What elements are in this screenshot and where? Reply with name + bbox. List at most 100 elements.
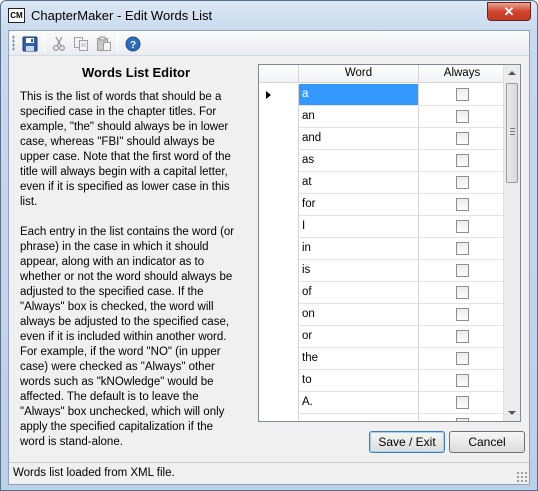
- word-cell[interactable]: as: [299, 150, 419, 171]
- row-header[interactable]: [259, 128, 299, 150]
- grid-header: Word Always: [259, 65, 505, 83]
- close-button[interactable]: ✕: [487, 2, 531, 21]
- always-checkbox[interactable]: [455, 198, 469, 211]
- cancel-button[interactable]: Cancel: [449, 431, 525, 453]
- row-header[interactable]: [259, 392, 299, 414]
- row-header[interactable]: [259, 348, 299, 370]
- row-header-corner[interactable]: [259, 65, 299, 83]
- save-button[interactable]: [20, 34, 39, 53]
- row-header[interactable]: [259, 150, 299, 172]
- word-cell[interactable]: A.: [299, 392, 419, 413]
- table-row[interactable]: and: [259, 128, 505, 150]
- row-header[interactable]: [259, 370, 299, 392]
- toolbar-grip-icon[interactable]: [12, 35, 15, 51]
- row-header[interactable]: [259, 260, 299, 282]
- help-button[interactable]: ?: [123, 34, 142, 53]
- always-checkbox[interactable]: [455, 308, 469, 321]
- always-checkbox[interactable]: [455, 110, 469, 123]
- save-icon: [22, 36, 37, 51]
- word-cell[interactable]: the: [299, 348, 419, 369]
- table-row[interactable]: is: [259, 260, 505, 282]
- always-checkbox[interactable]: [455, 220, 469, 233]
- always-checkbox[interactable]: [455, 418, 469, 421]
- row-header[interactable]: [259, 304, 299, 326]
- scroll-thumb[interactable]: [506, 83, 518, 183]
- word-cell[interactable]: to: [299, 370, 419, 391]
- description-paragraph: This is the list of words that should be…: [20, 91, 231, 208]
- word-cell[interactable]: [299, 414, 419, 421]
- toolbar-separator: [44, 35, 45, 52]
- table-row[interactable]: as: [259, 150, 505, 172]
- word-cell[interactable]: of: [299, 282, 419, 303]
- status-text: Words list loaded from XML file.: [13, 467, 175, 479]
- table-row[interactable]: in: [259, 238, 505, 260]
- thumb-grip-icon: [510, 128, 515, 135]
- word-cell[interactable]: and: [299, 128, 419, 149]
- word-cell[interactable]: is: [299, 260, 419, 281]
- always-cell: [419, 414, 505, 421]
- always-checkbox[interactable]: [455, 176, 469, 189]
- column-header-always[interactable]: Always: [419, 65, 505, 83]
- word-cell[interactable]: or: [299, 326, 419, 347]
- word-cell[interactable]: for: [299, 194, 419, 215]
- table-row[interactable]: [259, 414, 505, 421]
- row-header[interactable]: [259, 106, 299, 128]
- table-row[interactable]: the: [259, 348, 505, 370]
- table-row[interactable]: to: [259, 370, 505, 392]
- table-row[interactable]: an: [259, 106, 505, 128]
- table-row[interactable]: on: [259, 304, 505, 326]
- word-cell[interactable]: on: [299, 304, 419, 325]
- always-checkbox[interactable]: [455, 242, 469, 255]
- row-header[interactable]: [259, 194, 299, 216]
- copy-button[interactable]: [71, 34, 90, 53]
- cut-button[interactable]: [49, 34, 68, 53]
- word-cell[interactable]: a: [299, 84, 419, 105]
- table-row[interactable]: a: [259, 84, 505, 106]
- always-checkbox[interactable]: [455, 132, 469, 145]
- always-checkbox[interactable]: [455, 88, 469, 101]
- always-checkbox[interactable]: [455, 154, 469, 167]
- scroll-up-icon[interactable]: [508, 71, 516, 75]
- word-cell[interactable]: I: [299, 216, 419, 237]
- editor-title: Words List Editor: [81, 65, 191, 80]
- row-header[interactable]: [259, 84, 299, 106]
- app-icon: CM: [8, 8, 25, 23]
- table-row[interactable]: A.: [259, 392, 505, 414]
- always-cell: [419, 304, 505, 325]
- word-cell[interactable]: an: [299, 106, 419, 127]
- column-header-word[interactable]: Word: [299, 65, 419, 83]
- grid-rows: a an and as at for Iin is of on or the to A.: [259, 84, 505, 421]
- always-cell: [419, 238, 505, 259]
- row-header[interactable]: [259, 172, 299, 194]
- toolbar: ?: [9, 31, 529, 56]
- row-header[interactable]: [259, 216, 299, 238]
- table-row[interactable]: I: [259, 216, 505, 238]
- always-checkbox[interactable]: [455, 396, 469, 409]
- always-cell: [419, 392, 505, 413]
- save-exit-button[interactable]: Save / Exit: [369, 431, 445, 453]
- always-checkbox[interactable]: [455, 286, 469, 299]
- row-header[interactable]: [259, 282, 299, 304]
- always-checkbox[interactable]: [455, 264, 469, 277]
- scroll-down-icon[interactable]: [508, 411, 516, 415]
- words-grid[interactable]: Word Always a an and as at for Iin is of on or the t…: [258, 64, 521, 422]
- table-row[interactable]: for: [259, 194, 505, 216]
- always-cell: [419, 106, 505, 127]
- table-row[interactable]: at: [259, 172, 505, 194]
- row-header[interactable]: [259, 238, 299, 260]
- title-bar[interactable]: CM ChapterMaker - Edit Words List ✕: [1, 1, 537, 31]
- always-cell: [419, 326, 505, 347]
- paste-button[interactable]: [94, 34, 113, 53]
- word-cell[interactable]: at: [299, 172, 419, 193]
- always-checkbox[interactable]: [455, 330, 469, 343]
- row-header[interactable]: [259, 414, 299, 421]
- always-checkbox[interactable]: [455, 374, 469, 387]
- resize-grip-icon[interactable]: [516, 471, 527, 482]
- word-cell[interactable]: in: [299, 238, 419, 259]
- table-row[interactable]: of: [259, 282, 505, 304]
- always-cell: [419, 150, 505, 171]
- vertical-scrollbar[interactable]: [503, 65, 520, 421]
- table-row[interactable]: or: [259, 326, 505, 348]
- row-header[interactable]: [259, 326, 299, 348]
- always-checkbox[interactable]: [455, 352, 469, 365]
